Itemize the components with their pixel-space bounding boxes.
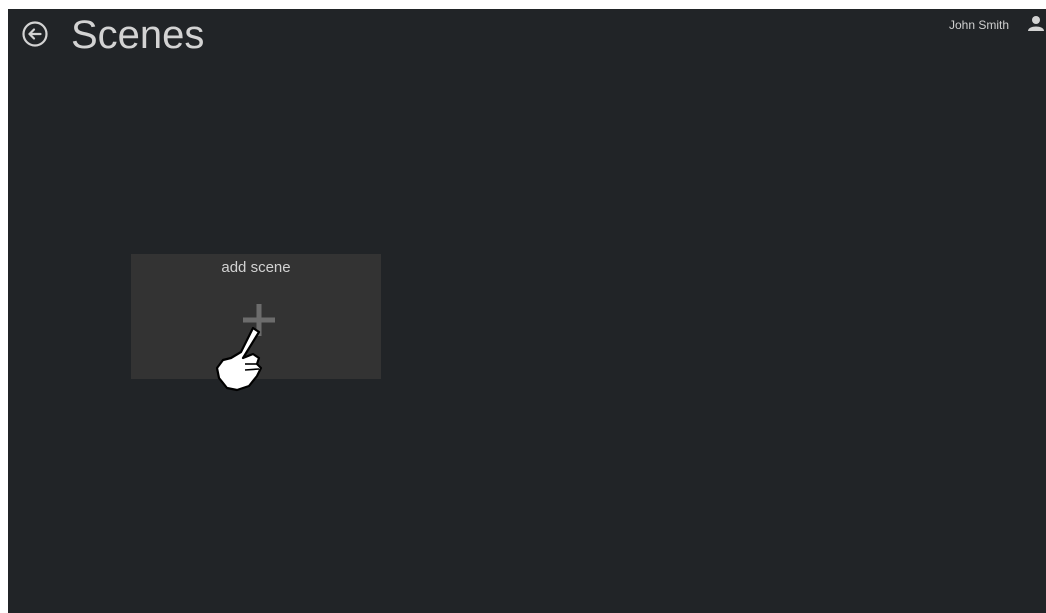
back-arrow-circle-icon	[22, 21, 48, 47]
page-title: Scenes	[71, 13, 205, 57]
back-button[interactable]	[20, 19, 50, 49]
user-name[interactable]: John Smith	[949, 18, 1009, 32]
hand-pointer-cursor-icon	[215, 326, 263, 392]
user-icon[interactable]	[1026, 15, 1046, 31]
add-scene-label: add scene	[221, 259, 291, 276]
scenes-screen: Scenes John Smith add scene	[8, 9, 1046, 613]
